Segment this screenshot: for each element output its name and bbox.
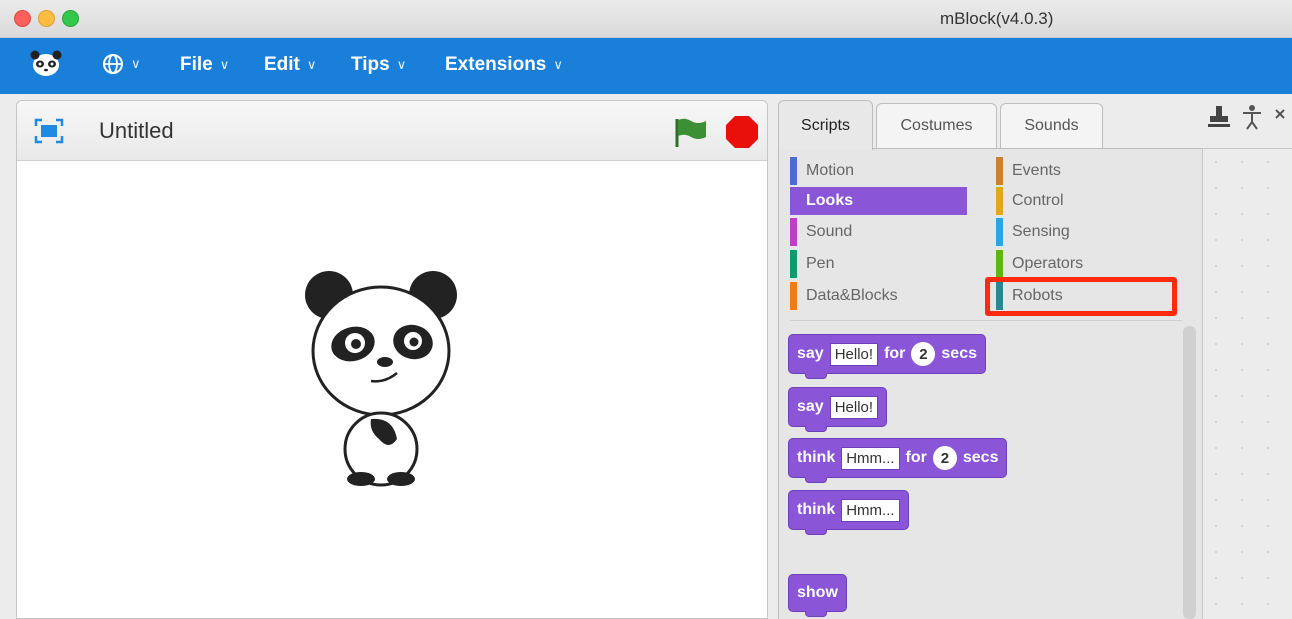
category-sensing[interactable]: Sensing — [996, 218, 1070, 246]
menu-file-label: File — [180, 54, 213, 75]
close-window-button[interactable] — [14, 10, 31, 27]
category-looks[interactable]: Looks — [790, 187, 967, 215]
robots-highlight-annotation — [985, 277, 1177, 316]
menu-extensions[interactable]: Extensions ∨ — [445, 54, 563, 76]
category-label: Control — [1012, 192, 1064, 209]
category-swatch — [996, 187, 1003, 215]
chevron-down-icon: ∨ — [131, 56, 141, 71]
menu-edit[interactable]: Edit ∨ — [264, 54, 316, 76]
block-connector — [805, 477, 827, 483]
menu-edit-label: Edit — [264, 54, 300, 75]
category-swatch — [790, 218, 797, 246]
block-verb: show — [797, 584, 838, 601]
chevron-down-icon: ∨ — [219, 57, 230, 72]
category-swatch — [790, 187, 797, 215]
globe-icon — [103, 54, 123, 74]
block-verb: think — [797, 501, 836, 518]
category-operators[interactable]: Operators — [996, 250, 1083, 278]
menu-tips[interactable]: Tips ∨ — [351, 54, 406, 76]
think-block[interactable]: think Hmm... — [788, 490, 909, 535]
category-swatch — [996, 250, 1003, 278]
language-menu[interactable]: ∨ — [102, 53, 141, 75]
category-sound[interactable]: Sound — [790, 218, 852, 246]
window-title: mBlock(v4.0.3) — [940, 9, 1054, 28]
category-control[interactable]: Control — [996, 187, 1064, 215]
category-swatch — [790, 157, 797, 185]
chevron-down-icon: ∨ — [396, 57, 407, 72]
category-label: Sensing — [1012, 223, 1070, 240]
green-flag-icon[interactable] — [673, 115, 709, 149]
menu-bar: ∨ File ∨ Edit ∨ Tips ∨ Extensions ∨ — [0, 38, 1292, 94]
category-label: Motion — [806, 162, 855, 179]
category-swatch — [790, 250, 797, 278]
tab-sounds[interactable]: Sounds — [1000, 103, 1103, 148]
fullscreen-icon[interactable] — [34, 118, 64, 144]
block-verb: say — [797, 398, 824, 415]
say-text-field[interactable]: Hello! — [829, 342, 879, 366]
think-for-secs-block[interactable]: think Hmm... for 2 secs — [788, 438, 1008, 483]
block-label: for — [884, 345, 906, 362]
script-area[interactable] — [1202, 148, 1292, 619]
panda-sprite[interactable] — [301, 269, 461, 489]
panda-logo-icon[interactable] — [30, 50, 62, 78]
stage-panel: Untitled — [16, 100, 768, 619]
stage-header: Untitled — [17, 101, 767, 161]
category-motion[interactable]: Motion — [790, 157, 854, 185]
category-label: Data&Blocks — [806, 287, 898, 304]
say-block[interactable]: say Hello! — [788, 387, 888, 432]
think-text-field[interactable]: Hmm... — [841, 446, 900, 470]
secs-number-field[interactable]: 2 — [932, 446, 957, 470]
block-label: secs — [962, 449, 999, 466]
category-events[interactable]: Events — [996, 157, 1061, 185]
category-swatch — [996, 218, 1003, 246]
maximize-window-button[interactable] — [62, 10, 79, 27]
category-swatch — [790, 282, 797, 310]
block-label: secs — [941, 345, 977, 362]
category-pen[interactable]: Pen — [790, 250, 834, 278]
block-connector — [805, 611, 827, 617]
grow-sprite-icon[interactable] — [1240, 104, 1264, 130]
block-verb: say — [797, 345, 824, 362]
palette-divider — [790, 320, 1182, 321]
shrink-sprite-icon[interactable] — [1272, 104, 1292, 130]
category-label: Operators — [1012, 255, 1084, 272]
project-title: Untitled — [99, 118, 174, 143]
chevron-down-icon: ∨ — [306, 57, 317, 72]
block-connector — [805, 529, 827, 535]
category-label: Sound — [806, 223, 853, 240]
tab-scripts[interactable]: Scripts — [778, 100, 873, 150]
say-for-secs-block[interactable]: say Hello! for 2 secs — [788, 334, 986, 379]
show-block[interactable]: show — [788, 574, 847, 617]
think-text-field[interactable]: Hmm... — [841, 498, 900, 522]
block-label: for — [905, 449, 927, 466]
menu-tips-label: Tips — [351, 54, 390, 75]
stamp-icon[interactable] — [1207, 104, 1231, 130]
category-label: Events — [1012, 162, 1061, 179]
stop-sign-icon[interactable] — [725, 115, 759, 149]
category-swatch — [996, 157, 1003, 185]
menu-file[interactable]: File ∨ — [180, 54, 229, 76]
minimize-window-button[interactable] — [38, 10, 55, 27]
block-verb: think — [797, 449, 836, 466]
block-connector — [805, 373, 827, 379]
palette-scrollbar[interactable] — [1183, 326, 1196, 619]
category-data-blocks[interactable]: Data&Blocks — [790, 282, 898, 310]
category-label: Pen — [806, 255, 835, 272]
category-label: Looks — [806, 192, 854, 209]
chevron-down-icon: ∨ — [553, 57, 563, 72]
say-text-field[interactable]: Hello! — [829, 395, 879, 419]
title-bar: mBlock(v4.0.3) — [0, 0, 1292, 38]
tab-costumes[interactable]: Costumes — [876, 103, 997, 148]
block-connector — [805, 426, 827, 432]
secs-number-field[interactable]: 2 — [911, 342, 936, 366]
menu-extensions-label: Extensions — [445, 54, 547, 75]
